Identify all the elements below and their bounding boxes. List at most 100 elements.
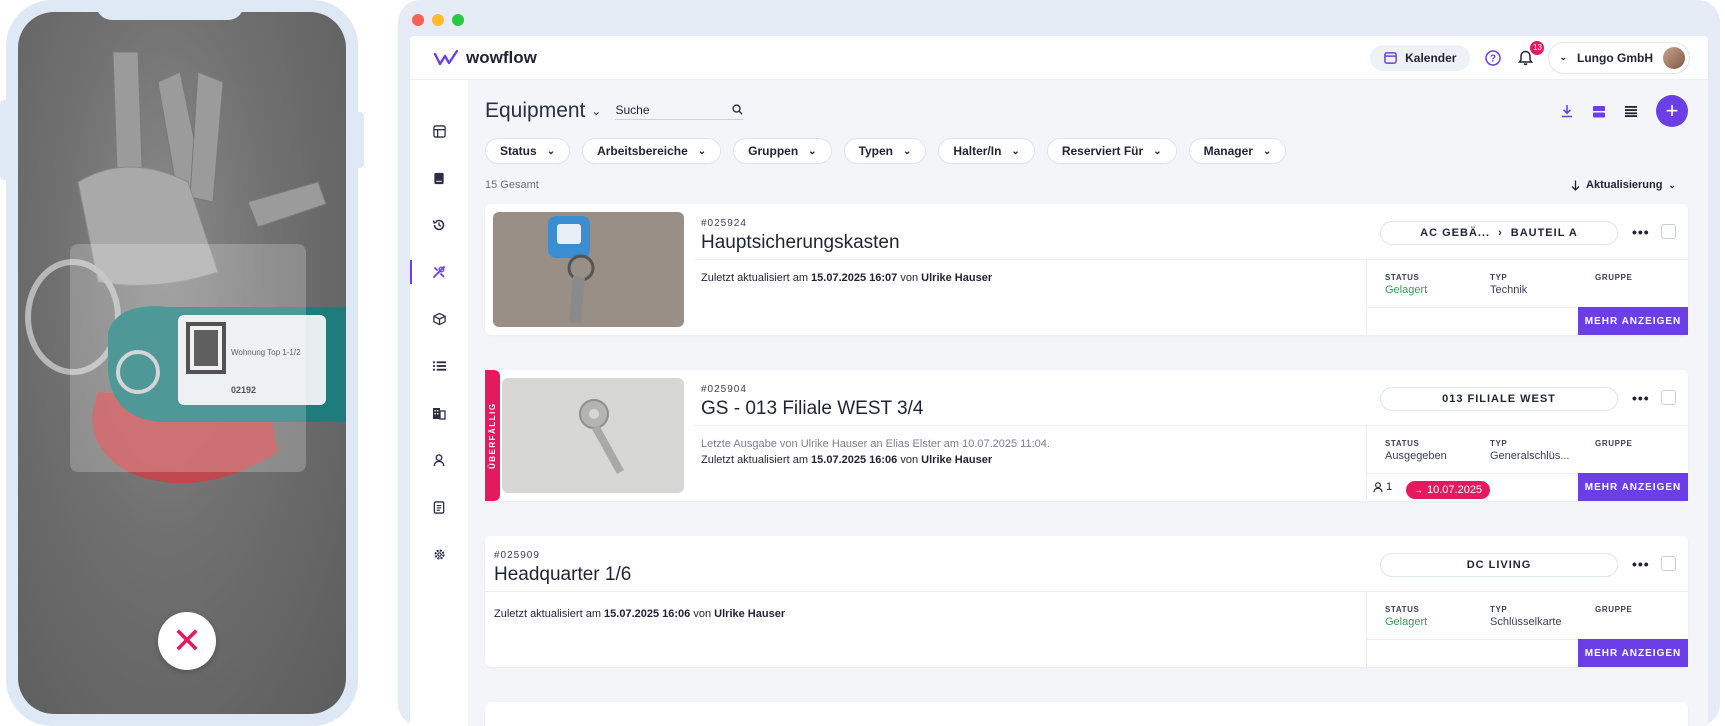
equipment-card[interactable]: #025909 Headquarter 1/6 Zuletzt aktualis… (485, 536, 1688, 667)
equipment-title[interactable]: GS - 013 Filiale WEST 3/4 (701, 398, 923, 420)
location-breadcrumb[interactable]: 013 FILIALE WEST (1380, 387, 1618, 411)
phone-notch (96, 0, 244, 20)
chevron-down-icon: ⌄ (591, 104, 602, 118)
due-date: 10.07.2025 (1427, 484, 1483, 496)
page-title-dropdown[interactable]: Equipment ⌄ (485, 99, 601, 123)
filter-arbeitsbereiche[interactable]: Arbeitsbereiche ⌄ (582, 138, 722, 164)
location-breadcrumb[interactable]: AC GEBÄ... › BAUTEIL A (1380, 221, 1618, 245)
page-header: Equipment ⌄ Suche + (485, 95, 1688, 127)
status-label: STATUS (1385, 273, 1420, 282)
updated-at: 15.07.2025 16:06 (811, 454, 898, 466)
notifications-button[interactable]: 13 (1516, 40, 1545, 67)
avatar[interactable] (1663, 46, 1685, 69)
help-button[interactable]: ? (1484, 49, 1502, 67)
equipment-card[interactable]: #025924 Hauptsicherungskasten Zuletzt ak… (485, 204, 1688, 335)
more-options-icon[interactable]: ••• (1632, 390, 1650, 406)
search-field[interactable]: Suche (615, 103, 744, 120)
sidebar-item-settings[interactable] (410, 540, 468, 568)
svg-text:?: ? (1490, 53, 1496, 64)
equipment-title[interactable]: Headquarter 1/6 (494, 564, 631, 586)
type-value: Schlüsselkarte (1490, 616, 1562, 628)
updated-at: 15.07.2025 16:07 (811, 272, 898, 284)
sidebar-item-equipment[interactable] (410, 258, 468, 286)
search-input[interactable]: Suche (615, 103, 649, 117)
more-options-icon[interactable]: ••• (1632, 556, 1650, 572)
divider (1366, 591, 1367, 667)
maximize-window-icon[interactable] (452, 14, 464, 26)
card-view-icon[interactable] (1592, 105, 1606, 118)
window-controls (412, 14, 464, 26)
sidebar-item-users[interactable] (410, 446, 468, 474)
search-icon (732, 104, 744, 115)
sidebar-item-documents[interactable] (410, 493, 468, 521)
filter-manager[interactable]: Manager ⌄ (1188, 138, 1287, 164)
sidebar-item-book[interactable] (410, 164, 468, 192)
more-options-icon[interactable]: ••• (1632, 224, 1650, 240)
status-value: Ausgegeben (1385, 450, 1447, 462)
equipment-id: #025924 (701, 218, 747, 229)
select-checkbox[interactable] (1661, 224, 1676, 239)
filter-reserviert[interactable]: Reserviert Für ⌄ (1046, 138, 1177, 164)
filter-gruppen[interactable]: Gruppen ⌄ (733, 138, 832, 164)
add-equipment-button[interactable]: + (1656, 95, 1688, 127)
app-logo[interactable]: wowflow (434, 48, 537, 68)
marketing-composite: Wohnung Top 1-1/2 02192 ✕ wowflow Kalend… (0, 0, 1725, 726)
equipment-thumbnail (502, 378, 684, 493)
document-icon (433, 500, 445, 514)
phone-mockup: Wohnung Top 1-1/2 02192 ✕ (0, 0, 364, 726)
show-more-button[interactable]: MEHR ANZEIGEN (1578, 307, 1688, 335)
calendar-button[interactable]: Kalender (1370, 44, 1471, 71)
minimize-window-icon[interactable] (432, 14, 444, 26)
filter-label: Status (500, 144, 537, 158)
select-checkbox[interactable] (1661, 390, 1676, 405)
show-more-button[interactable]: MEHR ANZEIGEN (1578, 639, 1688, 667)
scan-frame (70, 244, 306, 472)
sidebar-item-inventory[interactable] (410, 305, 468, 333)
notifications-badge: 13 (1530, 40, 1545, 55)
total-count: 15 Gesamt (485, 179, 539, 191)
sort-dropdown[interactable]: Aktualisierung ⌄ (1571, 179, 1676, 191)
divider (1366, 591, 1688, 592)
download-icon[interactable] (1560, 104, 1574, 118)
filter-label: Manager (1203, 144, 1253, 158)
sidebar-item-dashboard[interactable] (410, 117, 468, 145)
chevron-down-icon: ⌄ (546, 145, 556, 157)
arrow-right-icon: → (1414, 485, 1423, 495)
holders-count[interactable]: 1 (1373, 481, 1392, 493)
filter-status[interactable]: Status ⌄ (485, 138, 571, 164)
filter-label: Halter/In (953, 144, 1002, 158)
phone-side-button (354, 112, 364, 168)
equipment-title[interactable]: Hauptsicherungskasten (701, 232, 900, 254)
updated-prefix: Zuletzt aktualisiert am (701, 454, 808, 466)
sidebar-item-buildings[interactable] (410, 399, 468, 427)
chevron-down-icon: ⌄ (1668, 179, 1676, 190)
select-checkbox[interactable] (1661, 556, 1676, 571)
account-switcher[interactable]: ⌄ Lungo GmbH (1548, 41, 1690, 74)
close-scanner-button[interactable]: ✕ (158, 612, 216, 670)
list-view-icon[interactable] (1624, 105, 1638, 117)
filter-halter[interactable]: Halter/In ⌄ (938, 138, 1035, 164)
location-breadcrumb[interactable]: DC LIVING (1380, 553, 1618, 577)
type-label: TYP (1490, 605, 1508, 614)
equipment-card[interactable] (485, 702, 1688, 726)
camera-scanner-view: Wohnung Top 1-1/2 02192 ✕ (18, 12, 346, 714)
page-title: Equipment (485, 99, 586, 122)
divider (485, 591, 1366, 592)
close-window-icon[interactable] (412, 14, 424, 26)
updated-by: Ulrike Hauser (714, 608, 786, 620)
divider (693, 425, 1366, 426)
updated-by-prefix: von (900, 272, 919, 284)
filter-typen[interactable]: Typen ⌄ (843, 138, 927, 164)
due-date-badge: → 10.07.2025 (1406, 481, 1491, 499)
chevron-down-icon: ⌄ (697, 145, 707, 157)
equipment-card[interactable]: ÜBERFÄLLIG #025904 GS - 013 Filiale WEST… (485, 370, 1688, 501)
divider (1366, 259, 1367, 335)
status-value: Gelagert (1385, 284, 1428, 296)
chevron-down-icon: ⌄ (808, 145, 817, 157)
show-more-button[interactable]: MEHR ANZEIGEN (1578, 473, 1688, 501)
sidebar-item-history[interactable] (410, 211, 468, 239)
layout-icon (432, 124, 446, 138)
keys-photo (493, 212, 684, 327)
sidebar-item-list[interactable] (410, 352, 468, 380)
phone-side-button (0, 100, 10, 180)
